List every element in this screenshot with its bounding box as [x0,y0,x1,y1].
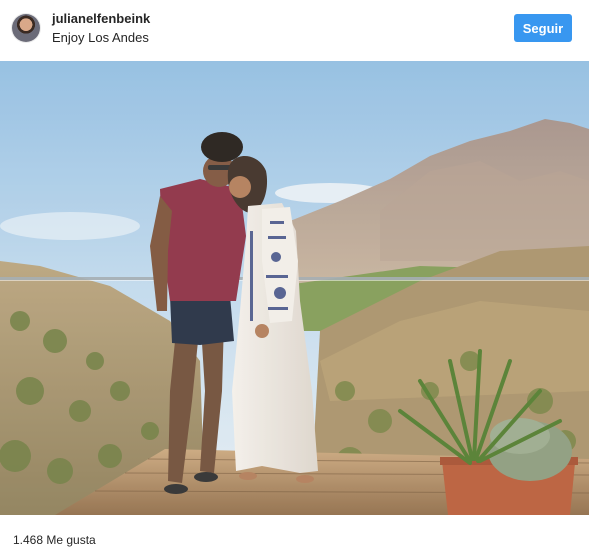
avatar[interactable] [12,14,40,42]
likes-count[interactable]: 1.468 Me gusta [13,533,96,547]
instagram-post: julianelfenbeink Enjoy Los Andes Seguir [0,0,589,553]
username-link[interactable]: julianelfenbeink [52,11,150,26]
follow-button[interactable]: Seguir [514,14,572,42]
post-footer: 1.468 Me gusta [0,515,589,553]
photo-scene [0,61,589,515]
haze [0,61,589,515]
post-header: julianelfenbeink Enjoy Los Andes Seguir [0,0,589,61]
location-link[interactable]: Enjoy Los Andes [52,30,149,45]
post-photo[interactable] [0,61,589,515]
